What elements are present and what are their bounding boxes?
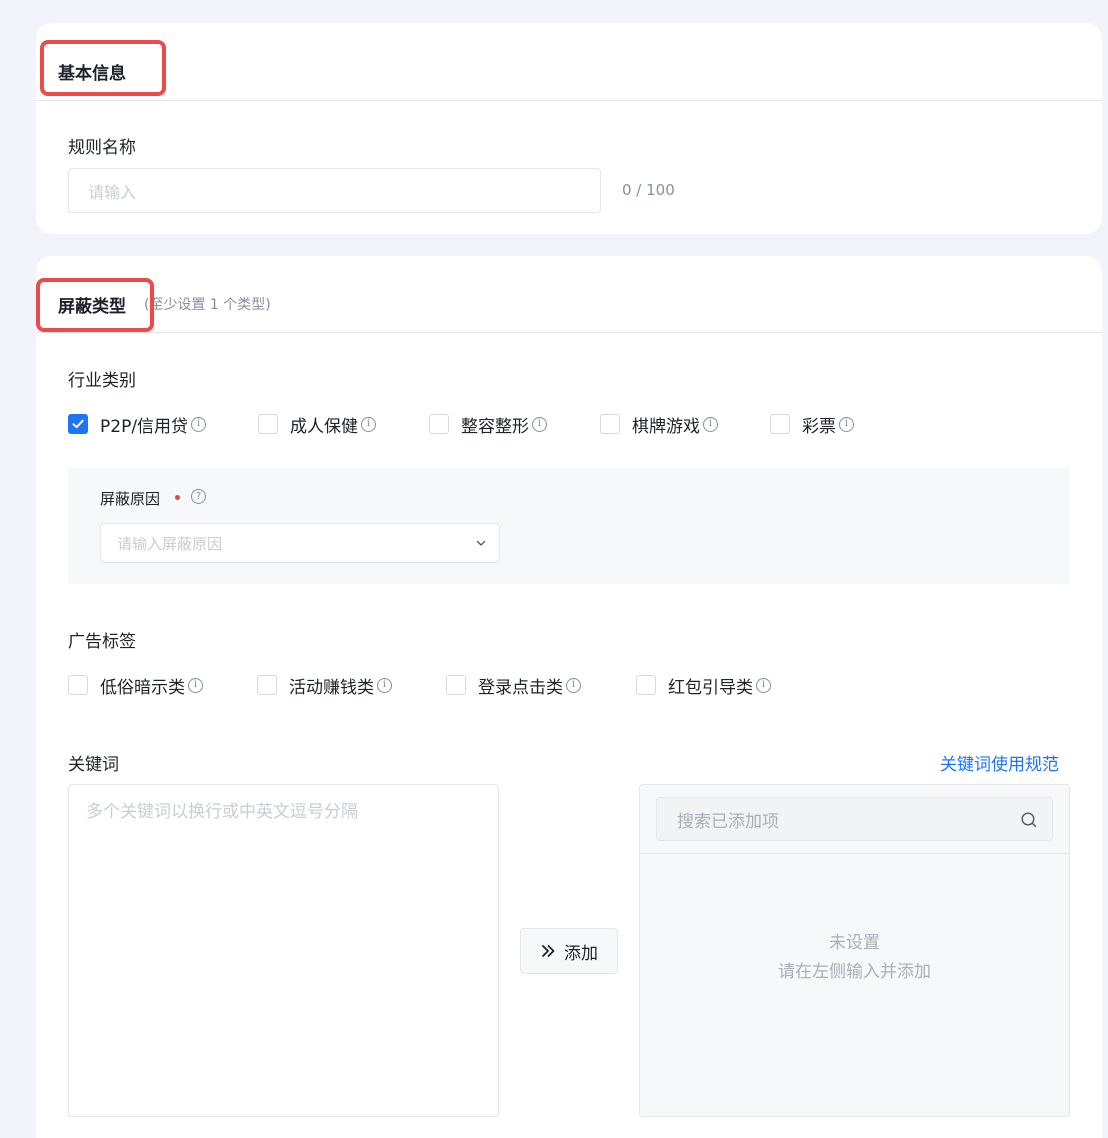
checkbox[interactable] xyxy=(770,414,790,434)
ad-tag-option-earn-money[interactable]: 活动赚钱类 i xyxy=(257,674,392,698)
empty-state: 未设置 请在左侧输入并添加 xyxy=(640,929,1069,987)
info-icon[interactable]: i xyxy=(191,416,207,432)
search-placeholder: 搜索已添加项 xyxy=(677,811,779,832)
checkbox[interactable] xyxy=(68,675,88,695)
info-icon[interactable]: i xyxy=(839,416,854,432)
highlight-box-basic-info xyxy=(40,40,166,96)
add-keywords-button[interactable]: 添加 xyxy=(520,928,618,974)
rule-name-label: 规则名称 xyxy=(68,138,136,158)
block-reason-select[interactable]: 请输入屏蔽原因 xyxy=(100,523,500,563)
keywords-label: 关键词 xyxy=(68,755,119,775)
empty-title: 未设置 xyxy=(829,933,880,953)
added-keywords-header: 搜索已添加项 xyxy=(640,785,1069,854)
ad-tag-option-red-packet[interactable]: 红包引导类 i xyxy=(636,674,771,698)
search-icon[interactable] xyxy=(1020,811,1038,829)
keywords-placeholder: 多个关键词以换行或中英文逗号分隔 xyxy=(86,802,358,822)
added-keywords-search-input[interactable]: 搜索已添加项 xyxy=(656,797,1053,841)
industry-option-label: 成人保健 xyxy=(290,416,358,437)
info-icon[interactable]: i xyxy=(377,677,392,693)
rule-name-counter: 0 / 100 xyxy=(622,181,675,199)
industry-option-label: 彩票 xyxy=(802,416,836,437)
add-button-label: 添加 xyxy=(564,943,598,964)
industry-option-cosmetic[interactable]: 整容整形 i xyxy=(429,413,547,437)
info-icon[interactable]: i xyxy=(532,416,547,432)
keywords-rule-link[interactable]: 关键词使用规范 xyxy=(940,750,1059,775)
ad-tag-option-label: 红包引导类 xyxy=(668,677,753,698)
industry-option-label: P2P/信用贷 xyxy=(100,416,189,437)
industry-option-adult-health[interactable]: 成人保健 i xyxy=(258,413,376,437)
ad-tag-option-vulgar[interactable]: 低俗暗示类 i xyxy=(68,674,203,698)
rule-name-input[interactable]: 请输入 xyxy=(68,168,601,213)
highlight-box-block-type xyxy=(36,278,154,332)
industry-option-lottery[interactable]: 彩票 i xyxy=(770,413,854,437)
check-icon xyxy=(72,419,84,429)
chevron-down-icon xyxy=(476,540,486,546)
ad-tag-option-label: 活动赚钱类 xyxy=(289,677,374,698)
block-reason-panel: 屏蔽原因 ? 请输入屏蔽原因 xyxy=(68,467,1070,584)
block-type-subtitle: (至少设置 1 个类型) xyxy=(144,297,271,313)
checkbox[interactable] xyxy=(258,414,278,434)
checkbox[interactable] xyxy=(446,675,466,695)
help-icon[interactable]: ? xyxy=(191,489,206,504)
info-icon[interactable]: i xyxy=(756,677,771,693)
industry-option-card-games[interactable]: 棋牌游戏 i xyxy=(600,413,718,437)
ad-tag-option-label: 登录点击类 xyxy=(478,677,563,698)
industry-option-label: 棋牌游戏 xyxy=(632,416,700,437)
info-icon[interactable]: i xyxy=(361,416,376,432)
rule-name-placeholder: 请输入 xyxy=(88,182,137,202)
checkbox[interactable] xyxy=(636,675,656,695)
block-reason-label: 屏蔽原因 xyxy=(100,490,161,508)
industry-label: 行业类别 xyxy=(68,371,136,391)
added-keywords-panel: 搜索已添加项 未设置 请在左侧输入并添加 xyxy=(639,784,1070,1117)
info-icon[interactable]: i xyxy=(188,677,203,693)
industry-option-p2p[interactable]: P2P/信用贷 i xyxy=(68,413,207,437)
checkbox[interactable] xyxy=(429,414,449,434)
block-type-header: 屏蔽类型 (至少设置 1 个类型) xyxy=(36,256,1102,333)
info-icon[interactable]: i xyxy=(566,677,581,693)
info-icon[interactable]: i xyxy=(703,416,718,432)
basic-info-header: 基本信息 xyxy=(36,23,1102,101)
keywords-textarea[interactable]: 多个关键词以换行或中英文逗号分隔 xyxy=(68,784,499,1117)
ad-tags-label: 广告标签 xyxy=(68,632,136,652)
ad-tag-option-label: 低俗暗示类 xyxy=(100,677,185,698)
empty-hint: 请在左侧输入并添加 xyxy=(778,962,931,982)
industry-option-label: 整容整形 xyxy=(461,416,529,437)
block-reason-placeholder: 请输入屏蔽原因 xyxy=(117,534,223,553)
checkbox[interactable] xyxy=(68,414,88,434)
checkbox[interactable] xyxy=(257,675,277,695)
ad-tag-option-login-click[interactable]: 登录点击类 i xyxy=(446,674,581,698)
double-chevron-right-icon xyxy=(540,943,556,959)
required-indicator xyxy=(175,495,180,500)
checkbox[interactable] xyxy=(600,414,620,434)
